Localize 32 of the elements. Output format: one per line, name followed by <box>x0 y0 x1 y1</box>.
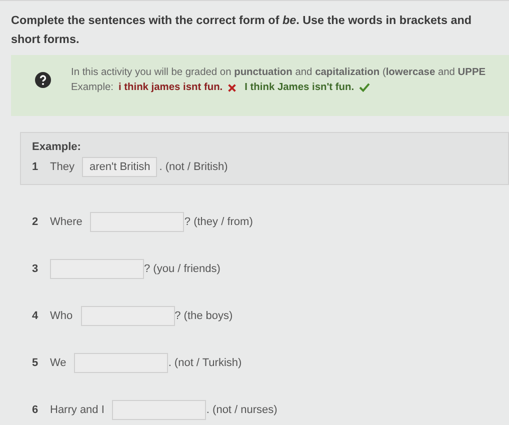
wrong-sentence: i think james isnt fun. <box>118 82 223 93</box>
help-icon <box>35 72 51 88</box>
item-number: 6 <box>32 404 40 416</box>
sentence-start: Where <box>50 216 82 228</box>
answer-field[interactable] <box>50 259 144 279</box>
answer-field[interactable] <box>112 400 206 420</box>
note-text: In this activity you will be graded on punctuation and capitalization (lowercase and UPPE <box>71 67 486 78</box>
sentence-end: ? (the boys) <box>174 310 233 322</box>
sentence-start: Who <box>50 310 73 322</box>
sentence-end: . (not / nurses) <box>206 404 278 416</box>
answer-field[interactable] <box>90 212 184 232</box>
sentence-start: They <box>50 161 74 173</box>
sentence-end: . (not / British) <box>159 161 228 173</box>
sentence-end: ? (you / friends) <box>144 263 220 275</box>
item-number: 2 <box>32 216 40 228</box>
example-label: Example: <box>71 82 114 93</box>
answer-field: aren't British <box>82 157 158 177</box>
item-number: 3 <box>32 263 40 275</box>
example-heading: Example: <box>32 141 82 153</box>
answer-field[interactable] <box>74 353 168 373</box>
sentence-start: We <box>50 357 66 369</box>
item-number: 4 <box>32 310 40 322</box>
item-number: 1 <box>32 161 40 173</box>
item-number: 5 <box>32 357 40 369</box>
sentence-end: ? (they / from) <box>184 216 253 228</box>
sentence-start: Harry and I <box>50 404 104 416</box>
instruction-text: Complete the sentences with the correct form of be. Use the words in brackets and short forms. <box>10 13 472 48</box>
check-icon <box>359 83 370 92</box>
correct-sentence: I think James isn't fun. <box>244 82 354 93</box>
sentence-end: . (not / Turkish) <box>168 357 242 369</box>
cross-icon <box>228 84 236 92</box>
answer-field[interactable] <box>80 306 175 326</box>
